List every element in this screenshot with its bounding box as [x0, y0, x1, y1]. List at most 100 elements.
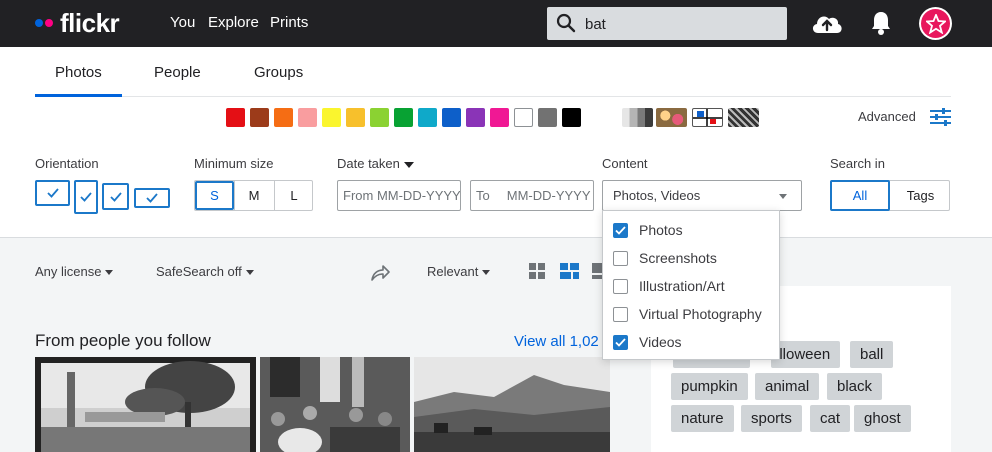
license-filter-label: Any license: [35, 264, 102, 279]
nav-link-prints[interactable]: Prints: [270, 14, 308, 31]
search-in-tags-button[interactable]: Tags: [891, 181, 950, 210]
size-medium-button[interactable]: M: [234, 181, 273, 210]
photo-thumbnail[interactable]: [260, 357, 410, 452]
logo-pink-dot: [45, 19, 53, 27]
upload-icon[interactable]: [810, 11, 844, 35]
view-all-link[interactable]: View all 1,02: [514, 333, 599, 350]
share-arrow-icon[interactable]: [370, 264, 390, 282]
shallow-depth-icon[interactable]: [656, 108, 687, 127]
color-swatch[interactable]: [490, 108, 509, 127]
following-section-title: From people you follow: [35, 331, 211, 350]
chevron-down-icon: [403, 161, 414, 168]
notifications-bell-icon[interactable]: [870, 10, 892, 36]
search-filters-panel: Photos People Groups Advanced Orientatio…: [0, 47, 992, 238]
user-avatar[interactable]: [919, 7, 952, 40]
orientation-square[interactable]: [102, 183, 129, 210]
color-swatch[interactable]: [274, 108, 293, 127]
license-filter[interactable]: Any license: [35, 264, 114, 279]
date-taken-text: Date taken: [337, 156, 400, 171]
content-option-label: Photos: [639, 222, 683, 238]
content-option-videos[interactable]: Videos: [613, 332, 682, 352]
tab-groups[interactable]: Groups: [254, 64, 303, 81]
trending-tag[interactable]: black: [827, 373, 883, 400]
checkmark-icon: [109, 191, 122, 202]
search-input[interactable]: [585, 13, 775, 35]
date-taken-label[interactable]: Date taken: [337, 156, 414, 171]
photo-thumbnail[interactable]: [414, 357, 610, 452]
date-from-input[interactable]: From MM-DD-YYYY: [337, 180, 461, 211]
content-type-select[interactable]: Photos, Videos: [602, 180, 802, 211]
pattern-icon[interactable]: [728, 108, 759, 127]
color-swatch[interactable]: [538, 108, 557, 127]
checkbox-unchecked[interactable]: [613, 250, 628, 266]
size-small-button[interactable]: S: [195, 181, 234, 210]
result-type-tabs: Photos People Groups: [35, 47, 951, 97]
content-option-virtual-photography[interactable]: Virtual Photography: [613, 304, 762, 324]
tab-photos[interactable]: Photos: [35, 64, 122, 97]
date-to-input[interactable]: To MM-DD-YYYY: [470, 180, 594, 211]
nav-link-you[interactable]: You: [170, 14, 195, 31]
color-swatch[interactable]: [322, 108, 341, 127]
trending-tag[interactable]: ghost: [854, 405, 911, 432]
chevron-down-icon: [105, 270, 114, 276]
content-option-label: Virtual Photography: [639, 306, 762, 322]
advanced-label[interactable]: Advanced: [858, 109, 916, 124]
search-in-all-button[interactable]: All: [830, 180, 890, 211]
checkbox-checked[interactable]: [613, 222, 628, 238]
checkbox-unchecked[interactable]: [613, 306, 628, 322]
search-box: [547, 7, 787, 40]
color-swatch[interactable]: [418, 108, 437, 127]
sort-dropdown-label: Relevant: [427, 264, 479, 279]
orientation-portrait[interactable]: [74, 180, 98, 214]
grid-view-icon[interactable]: [529, 263, 546, 280]
orientation-panorama[interactable]: [134, 188, 170, 208]
color-swatch[interactable]: [226, 108, 245, 127]
logo-blue-dot: [35, 19, 43, 27]
black-and-white-icon[interactable]: [622, 108, 653, 127]
color-swatch[interactable]: [298, 108, 317, 127]
trending-tag[interactable]: pumpkin: [671, 373, 748, 400]
mountain-photo-image: [414, 357, 610, 452]
minimalist-grid-icon: [693, 109, 722, 126]
trending-tag[interactable]: nature: [671, 405, 734, 432]
color-swatch[interactable]: [346, 108, 365, 127]
trending-tag[interactable]: alloween: [771, 341, 841, 368]
orientation-landscape[interactable]: [35, 180, 70, 206]
color-swatch[interactable]: [250, 108, 269, 127]
color-swatch[interactable]: [394, 108, 413, 127]
flickr-logo[interactable]: flickr: [35, 7, 120, 38]
color-swatch[interactable]: [514, 108, 533, 127]
tab-people[interactable]: People: [154, 64, 201, 81]
sort-dropdown[interactable]: Relevant: [427, 264, 491, 279]
advanced-settings-sliders-icon[interactable]: [930, 108, 951, 126]
size-large-button[interactable]: L: [274, 181, 313, 210]
safesearch-filter[interactable]: SafeSearch off: [156, 264, 254, 279]
justified-view-icon[interactable]: [560, 263, 579, 280]
checkmark-icon: [615, 337, 626, 347]
top-navigation: flickr You Explore Prints: [0, 0, 992, 47]
date-to-placeholder: MM-DD-YYYY: [506, 188, 591, 203]
group-photo-image: [260, 357, 410, 452]
content-option-photos[interactable]: Photos: [613, 220, 683, 240]
trending-tag[interactable]: ball: [850, 341, 894, 368]
search-icon[interactable]: [556, 13, 576, 33]
minimalist-icon[interactable]: [692, 108, 723, 127]
color-swatch[interactable]: [370, 108, 389, 127]
checkbox-checked[interactable]: [613, 334, 628, 350]
safesearch-filter-label: SafeSearch off: [156, 264, 242, 279]
logo-text: flickr: [60, 7, 120, 38]
color-swatch[interactable]: [466, 108, 485, 127]
chevron-down-icon: [779, 194, 787, 199]
checkbox-unchecked[interactable]: [613, 278, 628, 294]
content-option-illustration[interactable]: Illustration/Art: [613, 276, 725, 296]
landscape-photo-image: [41, 361, 250, 452]
color-swatch[interactable]: [562, 108, 581, 127]
content-option-screenshots[interactable]: Screenshots: [613, 248, 717, 268]
photo-thumbnail[interactable]: [35, 357, 256, 452]
trending-tag[interactable]: cat: [810, 405, 851, 432]
search-in-toggle: All Tags: [830, 180, 950, 211]
nav-link-explore[interactable]: Explore: [208, 14, 259, 31]
color-swatch[interactable]: [442, 108, 461, 127]
trending-tag[interactable]: sports: [741, 405, 802, 432]
trending-tag[interactable]: animal: [755, 373, 820, 400]
